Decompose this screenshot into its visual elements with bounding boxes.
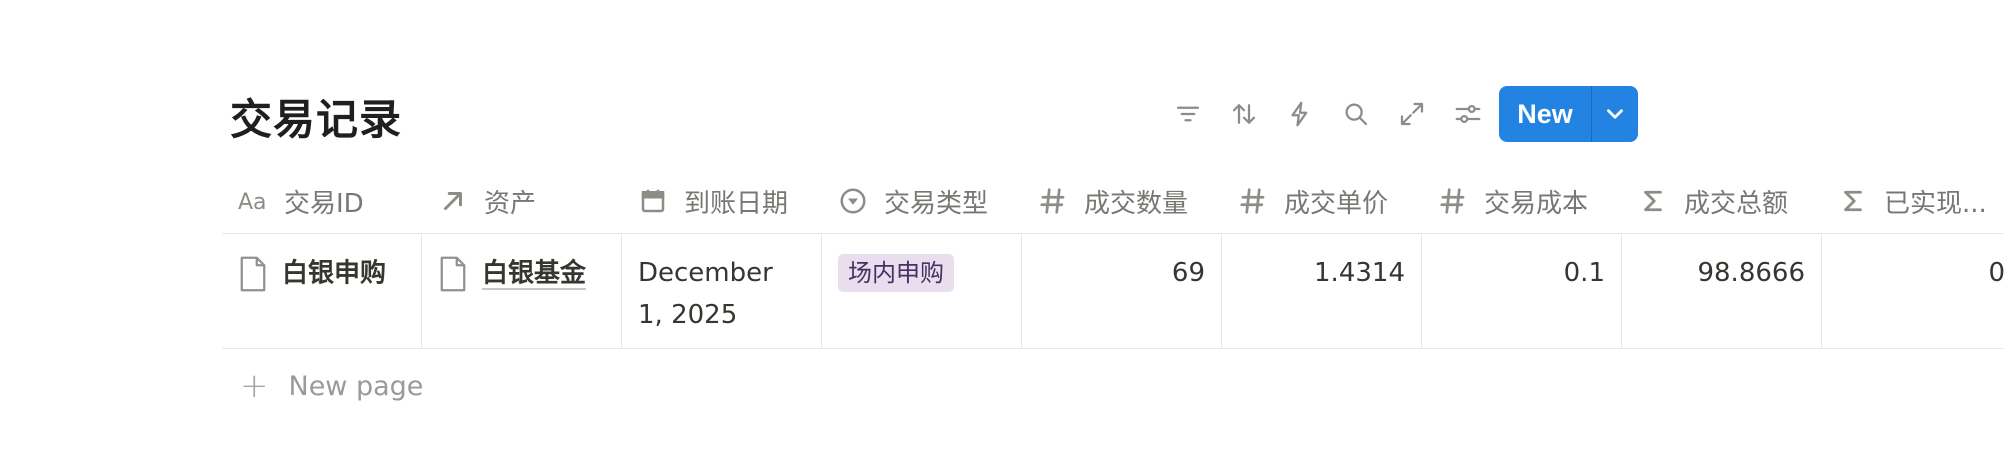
cell-realized[interactable]: 0 xyxy=(1822,234,2004,348)
page-icon xyxy=(240,256,266,291)
formula-icon xyxy=(1636,184,1670,218)
view-toolbar xyxy=(1160,86,1496,142)
sort-icon[interactable] xyxy=(1216,86,1272,142)
new-page-label: New page xyxy=(288,370,424,402)
table-header: Aa 交易ID 资产 到账日期 交易类型 成交数量 成交单价 交易成本 成交总额… xyxy=(222,170,2004,232)
plus-icon: + xyxy=(240,366,269,406)
column-header-label: 成交单价 xyxy=(1284,188,1389,219)
column-header[interactable]: 成交总额 xyxy=(1622,170,1822,232)
table-row[interactable]: 白银申购 白银基金 December 1, 2025 场内申购 69 1.431… xyxy=(222,234,2004,348)
row-title[interactable]: 白银申购 xyxy=(282,259,386,289)
new-button[interactable]: New xyxy=(1499,86,1638,142)
svg-text:Aa: Aa xyxy=(238,190,267,215)
column-header-label: 交易ID xyxy=(284,188,364,219)
cell-date[interactable]: December 1, 2025 xyxy=(622,234,822,348)
row-divider xyxy=(222,348,2004,349)
page-title: 交易记录 xyxy=(230,95,403,144)
cell-total[interactable]: 98.8666 xyxy=(1622,234,1822,348)
expand-icon[interactable] xyxy=(1384,86,1440,142)
new-page-button[interactable]: + New page xyxy=(240,366,423,406)
column-header-label: 成交数量 xyxy=(1084,188,1189,219)
select-icon xyxy=(836,184,870,218)
column-header-label: 资产 xyxy=(484,188,537,219)
cell-unit-price[interactable]: 1.4314 xyxy=(1222,234,1422,348)
column-header-label: 成交总额 xyxy=(1684,188,1789,219)
page-icon xyxy=(440,256,466,291)
column-header-label: 交易类型 xyxy=(884,188,989,219)
column-header[interactable]: 资产 xyxy=(422,170,622,232)
column-header[interactable]: 到账日期 xyxy=(622,170,822,232)
text-icon: Aa xyxy=(236,184,270,218)
date-line-2: 1, 2025 xyxy=(638,300,738,330)
column-header-label: 已实现... xyxy=(1884,188,1987,219)
cell-type[interactable]: 场内申购 xyxy=(822,234,1022,348)
column-header-label: 交易成本 xyxy=(1484,188,1589,219)
column-header[interactable]: 交易类型 xyxy=(822,170,1022,232)
type-tag: 场内申购 xyxy=(838,254,954,292)
cell-id[interactable]: 白银申购 xyxy=(222,234,422,348)
cell-asset[interactable]: 白银基金 xyxy=(422,234,622,348)
column-header[interactable]: 成交单价 xyxy=(1222,170,1422,232)
number-icon xyxy=(1036,184,1070,218)
column-header[interactable]: 已实现... xyxy=(1822,170,2004,232)
column-header-label: 到账日期 xyxy=(684,188,789,219)
calendar-icon xyxy=(636,184,670,218)
column-header[interactable]: 交易成本 xyxy=(1422,170,1622,232)
date-line-1: December xyxy=(638,258,773,288)
asset-link[interactable]: 白银基金 xyxy=(482,259,586,289)
number-icon xyxy=(1436,184,1470,218)
cell-cost[interactable]: 0.1 xyxy=(1422,234,1622,348)
column-header[interactable]: Aa 交易ID xyxy=(222,170,422,232)
new-button-label[interactable]: New xyxy=(1499,86,1592,142)
settings-sliders-icon[interactable] xyxy=(1440,86,1496,142)
search-icon[interactable] xyxy=(1328,86,1384,142)
filter-icon[interactable] xyxy=(1160,86,1216,142)
formula-icon xyxy=(1836,184,1870,218)
relation-arrow-icon xyxy=(436,184,470,218)
column-header[interactable]: 成交数量 xyxy=(1022,170,1222,232)
cell-quantity[interactable]: 69 xyxy=(1022,234,1222,348)
chevron-down-icon[interactable] xyxy=(1592,86,1638,142)
lightning-icon[interactable] xyxy=(1272,86,1328,142)
number-icon xyxy=(1236,184,1270,218)
